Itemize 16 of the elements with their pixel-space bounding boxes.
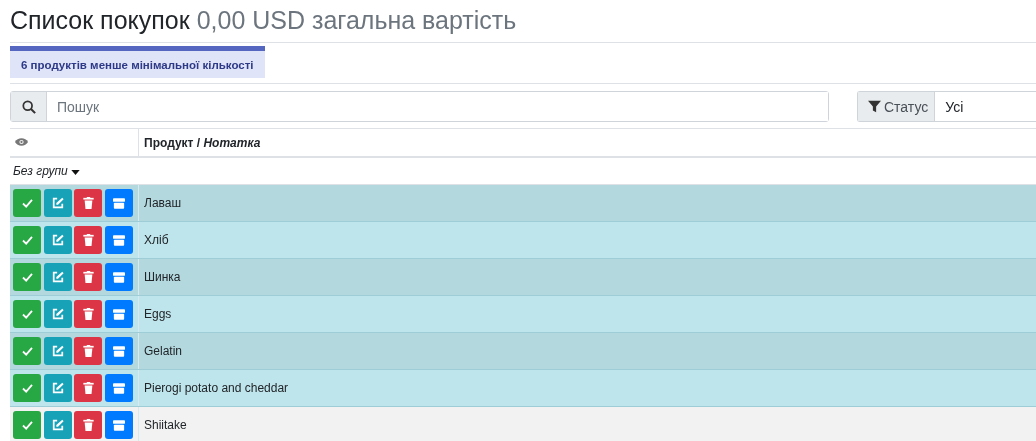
group-toggle[interactable]: Без групи <box>13 164 81 178</box>
product-name: Лаваш <box>144 196 182 210</box>
status-filter[interactable]: Статус Усі <box>857 91 1036 122</box>
total-cost: 0,00 USD загальна вартість <box>196 6 517 34</box>
search-field[interactable]: Пошук <box>10 91 829 122</box>
product-name: Gelatin <box>144 344 183 358</box>
product-name: Pierogi potato and cheddar <box>144 381 289 395</box>
product-name: Eggs <box>144 307 172 321</box>
status-value: Усі <box>944 97 965 117</box>
alert-badge[interactable]: 6 продуктів менше мінімальної кількості <box>10 46 265 78</box>
product-name: Shiitake <box>144 418 187 432</box>
status-label: Статус <box>884 98 929 115</box>
product-name: Шинка <box>144 270 181 284</box>
column-header: Продукт / Нотатка <box>144 135 261 150</box>
page-title: Список покупок <box>10 6 190 34</box>
product-name: Хліб <box>144 233 169 247</box>
